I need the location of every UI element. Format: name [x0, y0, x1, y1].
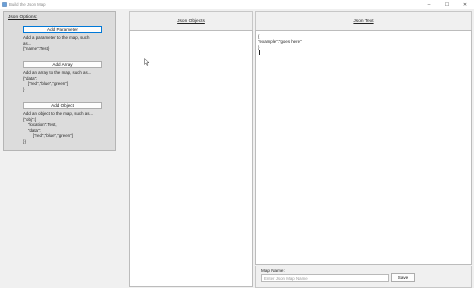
window-controls: – ☐ ✕	[420, 0, 474, 9]
minimize-button[interactable]: –	[420, 0, 438, 9]
add-parameter-description: Add a parameter to the map, such as... {…	[23, 35, 90, 51]
maximize-button[interactable]: ☐	[438, 0, 456, 9]
title-bar: Build the Json Map – ☐ ✕	[0, 0, 474, 9]
map-name-row: Map Name: Save	[255, 266, 472, 288]
map-name-label: Map Name:	[261, 268, 285, 273]
mouse-pointer-icon	[144, 57, 150, 66]
add-parameter-button[interactable]: Add Parameter	[23, 26, 102, 33]
save-button[interactable]: Save	[391, 273, 415, 282]
json-objects-header: Json Objects	[129, 11, 253, 31]
add-array-description: Add an array to the map, such as... {"da…	[23, 70, 92, 92]
add-object-description: Add an object to the map, such as... {"o…	[23, 111, 94, 144]
json-text-editor[interactable]: { "example":"goes here" }	[255, 30, 472, 265]
window-title: Build the Json Map	[9, 2, 46, 7]
text-caret	[259, 50, 260, 56]
add-object-button[interactable]: Add Object	[23, 102, 102, 109]
main-window: Json Options: Add Parameter Add a parame…	[0, 9, 474, 288]
options-title: Json Options:	[8, 15, 38, 20]
close-button[interactable]: ✕	[456, 0, 474, 9]
json-text-content: { "example":"goes here" }	[258, 34, 302, 50]
map-name-input[interactable]	[261, 274, 389, 282]
json-text-header: Json Text	[255, 11, 472, 31]
json-options-panel: Json Options: Add Parameter Add a parame…	[3, 11, 116, 151]
json-objects-list[interactable]	[129, 30, 253, 287]
add-array-button[interactable]: Add Array	[23, 61, 102, 68]
app-icon	[2, 2, 7, 7]
